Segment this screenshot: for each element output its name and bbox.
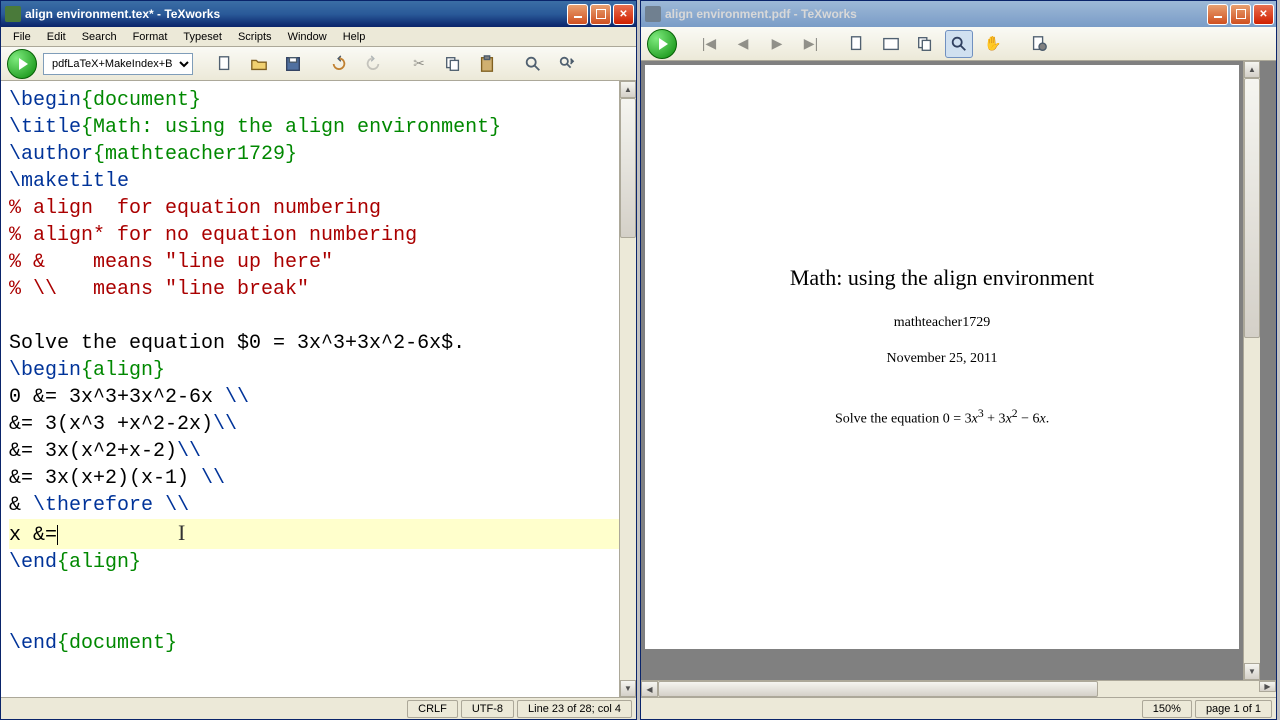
code-line[interactable] — [9, 303, 619, 330]
pdf-viewport[interactable]: Math: using the align environment mathte… — [641, 61, 1276, 680]
new-file-button[interactable] — [211, 50, 239, 78]
editor-titlebar[interactable]: align environment.tex* - TeXworks — [1, 1, 636, 27]
last-page-button[interactable]: ▶| — [797, 30, 825, 58]
menu-scripts[interactable]: Scripts — [230, 29, 280, 45]
code-line[interactable]: \end{align} — [9, 549, 619, 576]
zoom-indicator[interactable]: 150% — [1142, 700, 1192, 718]
rendered-date: November 25, 2011 — [685, 351, 1199, 367]
close-button[interactable] — [613, 4, 634, 25]
menu-window[interactable]: Window — [280, 29, 335, 45]
code-line[interactable] — [9, 603, 619, 630]
open-file-button[interactable] — [245, 50, 273, 78]
next-page-button[interactable]: ▶ — [763, 30, 791, 58]
code-line[interactable] — [9, 576, 619, 603]
pdf-settings-button[interactable] — [1025, 30, 1053, 58]
pdf-app-icon — [645, 6, 661, 22]
cursor-position-indicator: Line 23 of 28; col 4 — [517, 700, 632, 718]
find-button[interactable] — [519, 50, 547, 78]
code-line[interactable]: \end{document} — [9, 630, 619, 657]
pdf-minimize-button[interactable] — [1207, 4, 1228, 25]
code-line[interactable]: & \therefore \\ — [9, 492, 619, 519]
first-page-button[interactable]: |◀ — [695, 30, 723, 58]
code-line[interactable]: &= 3(x^3 +x^2-2x)\\ — [9, 411, 619, 438]
menu-format[interactable]: Format — [125, 29, 176, 45]
code-line[interactable]: % align* for no equation numbering — [9, 222, 619, 249]
scroll-down-button[interactable]: ▼ — [620, 680, 636, 697]
paste-button[interactable] — [473, 50, 501, 78]
pdf-maximize-button[interactable] — [1230, 4, 1251, 25]
code-line[interactable]: Solve the equation $0 = 3x^3+3x^2-6x$. — [9, 330, 619, 357]
pdf-hscrollbar[interactable]: ◀ ▶ — [641, 680, 1276, 697]
code-line[interactable]: % \\ means "line break" — [9, 276, 619, 303]
maximize-button[interactable] — [590, 4, 611, 25]
editor-statusbar: CRLF UTF-8 Line 23 of 28; col 4 — [1, 697, 636, 719]
pdf-titlebar[interactable]: align environment.pdf - TeXworks — [641, 1, 1276, 27]
pdf-scroll-left-button[interactable]: ◀ — [641, 681, 658, 697]
rendered-body: Solve the equation 0 = 3x3 + 3x2 − 6x. — [685, 407, 1199, 428]
pdf-scroll-right-button[interactable]: ▶ — [1259, 681, 1276, 692]
editor-window: align environment.tex* - TeXworks FileEd… — [0, 0, 637, 720]
code-line[interactable]: \begin{align} — [9, 357, 619, 384]
save-file-button[interactable] — [279, 50, 307, 78]
pdf-title: align environment.pdf - TeXworks — [665, 7, 1207, 21]
menu-file[interactable]: File — [5, 29, 39, 45]
replace-button[interactable] — [553, 50, 581, 78]
actual-size-button[interactable] — [911, 30, 939, 58]
code-line[interactable]: &= 3x(x^2+x-2)\\ — [9, 438, 619, 465]
magnify-button[interactable] — [945, 30, 973, 58]
prev-page-button[interactable]: ◀ — [729, 30, 757, 58]
cut-button[interactable]: ✂ — [405, 50, 433, 78]
rendered-author: mathteacher1729 — [685, 315, 1199, 331]
scroll-thumb[interactable] — [620, 98, 636, 238]
redo-button[interactable] — [359, 50, 387, 78]
code-line[interactable]: 0 &= 3x^3+3x^2-6x \\ — [9, 384, 619, 411]
code-line[interactable]: \title{Math: using the align environment… — [9, 114, 619, 141]
code-line[interactable]: x &=I — [9, 519, 619, 549]
line-ending-indicator[interactable]: CRLF — [407, 700, 458, 718]
menubar: FileEditSearchFormatTypesetScriptsWindow… — [1, 27, 636, 47]
pdf-hscroll-thumb[interactable] — [658, 681, 1098, 697]
editor-vscrollbar[interactable]: ▲ ▼ — [619, 81, 636, 697]
source-editor[interactable]: \begin{document}\title{Math: using the a… — [1, 81, 619, 697]
page-indicator[interactable]: page 1 of 1 — [1195, 700, 1272, 718]
pdf-scroll-up-button[interactable]: ▲ — [1244, 61, 1260, 78]
minimize-button[interactable] — [567, 4, 588, 25]
pdf-vscrollbar[interactable]: ▲ ▼ — [1243, 61, 1260, 680]
code-line[interactable]: &= 3x(x+2)(x-1) \\ — [9, 465, 619, 492]
rendered-title: Math: using the align environment — [685, 265, 1199, 291]
editor-toolbar: pdfLaTeX+MakeIndex+BibTeX ✂ — [1, 47, 636, 81]
pdf-scroll-down-button[interactable]: ▼ — [1244, 663, 1260, 680]
pdf-window: align environment.pdf - TeXworks |◀ ◀ ▶ … — [640, 0, 1277, 720]
fit-page-button[interactable] — [877, 30, 905, 58]
code-line[interactable]: \maketitle — [9, 168, 619, 195]
code-line[interactable]: \author{mathteacher1729} — [9, 141, 619, 168]
editor-title: align environment.tex* - TeXworks — [25, 7, 567, 21]
pan-button[interactable]: ✋ — [979, 30, 1007, 58]
menu-edit[interactable]: Edit — [39, 29, 74, 45]
pdf-close-button[interactable] — [1253, 4, 1274, 25]
mouse-ibeam-icon: I — [178, 519, 185, 546]
code-line[interactable]: % align for equation numbering — [9, 195, 619, 222]
scroll-up-button[interactable]: ▲ — [620, 81, 636, 98]
pdf-typeset-button[interactable] — [647, 29, 677, 59]
encoding-indicator[interactable]: UTF-8 — [461, 700, 514, 718]
code-line[interactable]: % & means "line up here" — [9, 249, 619, 276]
pdf-page: Math: using the align environment mathte… — [645, 65, 1239, 649]
menu-search[interactable]: Search — [74, 29, 125, 45]
undo-button[interactable] — [325, 50, 353, 78]
menu-typeset[interactable]: Typeset — [175, 29, 230, 45]
pdf-toolbar: |◀ ◀ ▶ ▶| ✋ — [641, 27, 1276, 61]
text-cursor — [57, 525, 58, 545]
pdf-statusbar: 150% page 1 of 1 — [641, 697, 1276, 719]
fit-width-button[interactable] — [843, 30, 871, 58]
typeset-button[interactable] — [7, 49, 37, 79]
menu-help[interactable]: Help — [335, 29, 374, 45]
pdf-scroll-thumb[interactable] — [1244, 78, 1260, 338]
app-icon — [5, 6, 21, 22]
code-line[interactable]: \begin{document} — [9, 87, 619, 114]
engine-select[interactable]: pdfLaTeX+MakeIndex+BibTeX — [43, 53, 193, 75]
copy-button[interactable] — [439, 50, 467, 78]
